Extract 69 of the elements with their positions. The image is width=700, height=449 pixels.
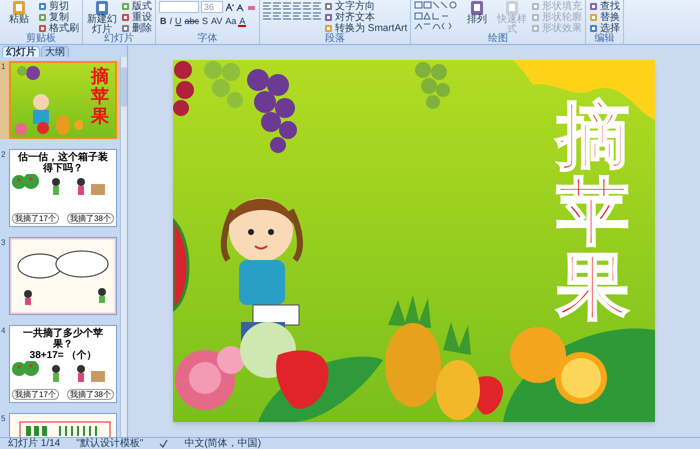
shapes-gallery-icon <box>414 1 458 31</box>
slide-thumbnail[interactable]: 估一估，这个箱子装得下吗？ 我摘了17个 我摘了38个 <box>9 149 117 227</box>
ribbon-button[interactable]: 对齐文本 <box>324 12 408 23</box>
thumbnail-formula: 38+17= （个） <box>30 350 96 361</box>
slide-number: 2 <box>0 149 6 161</box>
format-button[interactable]: B <box>159 15 168 27</box>
format-button[interactable]: U <box>174 15 183 27</box>
format-button[interactable]: abc <box>184 15 200 27</box>
format-button[interactable]: AV <box>210 15 224 27</box>
ribbon-button[interactable]: 格式刷 <box>38 23 79 34</box>
slide-number: 3 <box>0 237 6 249</box>
ribbon-button[interactable]: 文字方向 <box>324 1 408 12</box>
thumbnail-heading: 估一估，这个箱子装得下吗？ <box>16 150 109 174</box>
increase-indent-icon <box>293 2 301 10</box>
pane-tab[interactable]: 幻灯片 <box>2 46 40 57</box>
language: 中文(简体，中国) <box>184 438 262 448</box>
columns-icon <box>313 2 321 10</box>
justify-icon <box>293 12 301 20</box>
columns-icon <box>313 12 321 20</box>
group-label: 编辑 <box>594 34 616 44</box>
align-center-icon <box>273 12 281 20</box>
slide-thumbnail[interactable]: 一共摘了多少个苹果？ 38+17= （个） 我摘了17个 我摘了38个 <box>9 325 117 403</box>
theme-name: "默认设计模板" <box>76 438 144 448</box>
ribbon-button[interactable]: 选择 <box>589 23 620 34</box>
copy-icon <box>38 13 47 22</box>
slide-number: 5 <box>0 413 6 425</box>
speech-bubble: 我摘了17个 <box>12 389 59 400</box>
ribbon-button[interactable]: 重设 <box>121 12 152 23</box>
slide-counter: 幻灯片 1/14 <box>8 438 60 448</box>
ribbon-button[interactable]: 转换为 SmartArt <box>324 23 408 34</box>
grow-font-icon <box>225 2 234 12</box>
group-label: 段落 <box>324 34 346 44</box>
speech-bubble: 我摘了17个 <box>12 213 59 224</box>
thumbnail-title: 摘苹果 <box>91 67 109 126</box>
slide-title: 摘苹果 <box>557 98 629 325</box>
distribute-icon <box>303 12 311 20</box>
scrollbar[interactable] <box>120 57 127 437</box>
ribbon-button[interactable]: 替换 <box>589 12 620 23</box>
bullets-icon <box>263 2 271 10</box>
ribbon-button[interactable]: 删除 <box>121 23 152 34</box>
line-spacing-icon <box>303 2 311 10</box>
spellcheck-icon <box>159 439 168 448</box>
font-name-field[interactable] <box>159 1 199 13</box>
speech-bubble: 我摘了38个 <box>67 213 114 224</box>
format-button[interactable]: A <box>238 15 246 27</box>
thumbnail-heading: 一共摘了多少个苹果？ <box>22 326 104 350</box>
ribbon-button[interactable]: 复制 <box>38 12 79 23</box>
reset-icon <box>121 13 130 22</box>
format-button[interactable]: I <box>168 15 174 27</box>
group-label: 幻灯片 <box>104 34 135 44</box>
ribbon-button[interactable]: 剪切 <box>38 1 79 12</box>
speech-bubble: 我摘了38个 <box>67 389 114 400</box>
thumbnail-scene-drawing <box>13 65 83 137</box>
group-label: 剪贴板 <box>25 34 57 44</box>
align-left-icon <box>263 12 271 20</box>
pane-tab[interactable]: 大纲 <box>41 46 69 57</box>
format-button[interactable]: Aa <box>224 15 238 27</box>
slide-number: 4 <box>0 325 6 337</box>
ribbon-button[interactable]: 排列 <box>461 1 494 35</box>
ribbon-button[interactable]: 版式 <box>121 1 152 12</box>
group-label: 绘图 <box>487 34 508 44</box>
slide-number: 1 <box>0 61 6 73</box>
shrink-font-icon <box>236 2 245 12</box>
ribbon-button[interactable]: 查找 <box>589 1 620 12</box>
numbering-icon <box>273 2 281 10</box>
decrease-indent-icon <box>283 2 291 10</box>
align-right-icon <box>283 12 291 20</box>
format-button[interactable]: S <box>201 15 210 27</box>
group-label: 字体 <box>196 34 218 44</box>
